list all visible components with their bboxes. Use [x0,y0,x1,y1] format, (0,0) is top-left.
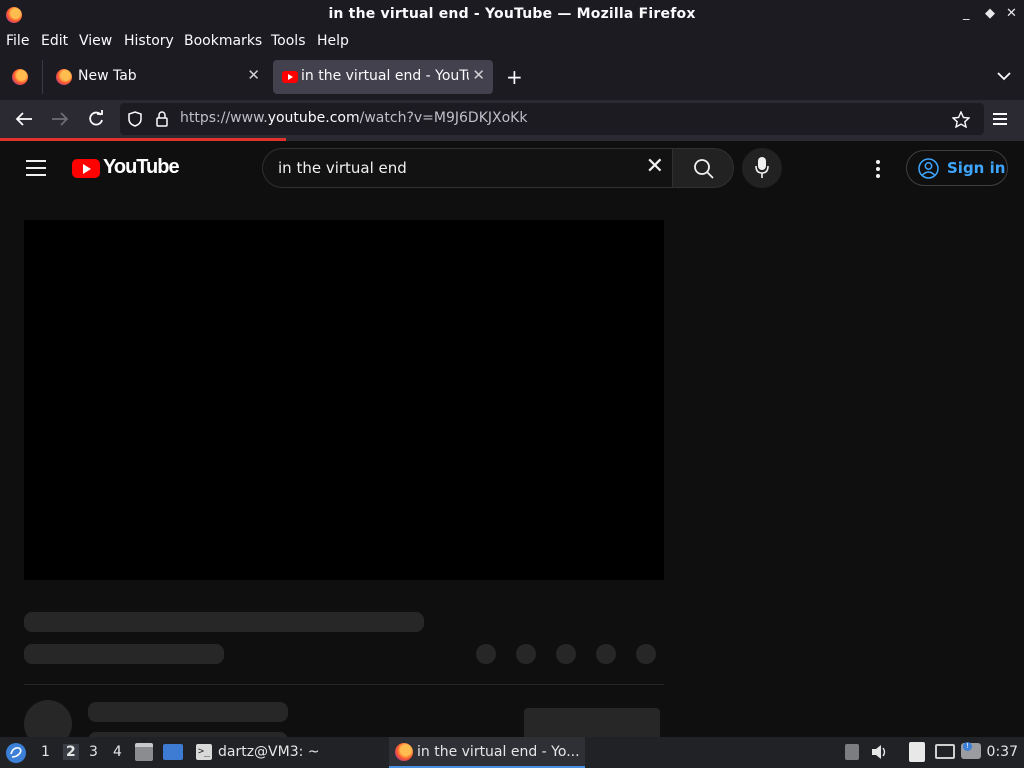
subscribe-placeholder [524,708,660,737]
network-icon[interactable] [935,744,955,759]
video-player[interactable] [24,220,664,580]
workspace-4[interactable]: 4 [113,744,122,760]
task-label: dartz@VM3: ~ [218,744,320,760]
channel-info-placeholder [24,644,224,664]
close-tab-icon[interactable]: ✕ [247,66,260,84]
start-menu-icon[interactable] [5,742,27,764]
youtube-play-logo-icon [72,159,100,178]
action-button-placeholder [636,644,656,664]
clipboard-icon[interactable] [909,742,925,762]
file-manager-icon[interactable] [135,743,153,761]
tab-youtube[interactable]: in the virtual end - YouTube ✕ [273,60,493,94]
search-box[interactable]: in the virtual end ✕ [262,148,672,188]
firefox-view-icon[interactable] [12,69,28,85]
description-placeholder [88,702,288,722]
tab-label: New Tab [78,68,137,84]
menu-edit[interactable]: Edit [41,33,68,49]
more-options-icon[interactable] [876,160,880,181]
notification-icon[interactable]: ! [961,742,981,759]
youtube-wordmark: YouTube [103,156,180,178]
clock[interactable]: 0:37 [987,744,1018,760]
menu-file[interactable]: File [6,33,29,49]
avatar-placeholder [24,700,72,737]
menu-view[interactable]: View [79,33,112,49]
action-button-placeholder [476,644,496,664]
reload-icon[interactable] [87,110,105,128]
action-button-placeholder [596,644,616,664]
tray-updates-icon[interactable] [845,744,859,760]
menu-help[interactable]: Help [317,33,349,49]
navigation-toolbar: https://www.youtube.com/watch?v=M9J6DKJX… [0,100,1024,138]
terminal-icon: >_ [196,744,212,760]
new-tab-icon[interactable]: + [506,65,523,89]
youtube-page: YouTube in the virtual end ✕ Sign in [0,141,1024,737]
list-all-tabs-icon[interactable] [997,71,1011,81]
forward-icon[interactable] [51,111,69,127]
menu-tools[interactable]: Tools [271,33,306,49]
voice-search-button[interactable] [742,148,782,188]
menu-history[interactable]: History [124,33,174,49]
close-tab-icon[interactable]: ✕ [472,66,485,84]
close-window-icon[interactable]: ✕ [1006,6,1017,21]
window-title: in the virtual end - YouTube — Mozilla F… [328,6,696,22]
tracking-protection-icon[interactable] [128,111,142,127]
desktop-icon[interactable] [163,744,183,760]
task-firefox[interactable]: in the virtual end - Yo... [389,737,585,768]
menubar: File Edit View History Bookmarks Tools H… [0,30,1024,54]
youtube-icon [282,71,298,83]
maximize-icon[interactable]: ◆ [985,6,995,21]
app-menu-icon[interactable] [993,113,1007,125]
search-input[interactable]: in the virtual end [278,159,407,177]
url-path: /watch?v=M9J6DKJXoKk [359,110,528,126]
window-titlebar: in the virtual end - YouTube — Mozilla F… [0,0,1024,30]
guide-menu-icon[interactable] [26,160,46,176]
workspace-2[interactable]: 2 [63,744,79,760]
workspace-1[interactable]: 1 [41,744,50,760]
task-terminal[interactable]: >_ dartz@VM3: ~ [193,737,373,768]
clear-search-icon[interactable]: ✕ [646,156,664,178]
search-icon [694,159,714,179]
tab-label: in the virtual end - YouTube [301,68,469,84]
action-button-placeholder [516,644,536,664]
lock-icon[interactable] [156,111,168,127]
back-icon[interactable] [15,111,33,127]
sign-in-button[interactable]: Sign in [906,150,1008,186]
tab-divider [42,60,43,94]
url-bar[interactable]: https://www.youtube.com/watch?v=M9J6DKJX… [120,103,984,135]
tab-new-tab[interactable]: New Tab ✕ [46,60,268,94]
url-domain: youtube.com [267,110,360,126]
menu-bookmarks[interactable]: Bookmarks [184,33,262,49]
divider [24,684,664,685]
task-label: in the virtual end - Yo... [417,744,580,760]
account-icon [918,158,939,179]
url-prefix: https://www. [180,110,268,126]
volume-icon[interactable] [871,744,889,760]
tab-strip: New Tab ✕ in the virtual end - YouTube ✕… [0,54,1024,100]
video-title-placeholder [24,612,424,632]
firefox-icon [56,69,72,85]
minimize-icon[interactable]: _ [963,6,970,21]
url-text[interactable]: https://www.youtube.com/watch?v=M9J6DKJX… [180,110,527,126]
action-button-placeholder [556,644,576,664]
sign-in-label: Sign in [947,159,1006,177]
workspace-3[interactable]: 3 [89,744,98,760]
search-button[interactable] [672,148,734,188]
microphone-icon [755,157,769,178]
bookmark-star-icon[interactable] [952,111,970,128]
taskbar: 1 2 3 4 >_ dartz@VM3: ~ in the virtual e… [0,737,1024,768]
firefox-icon [395,743,413,761]
